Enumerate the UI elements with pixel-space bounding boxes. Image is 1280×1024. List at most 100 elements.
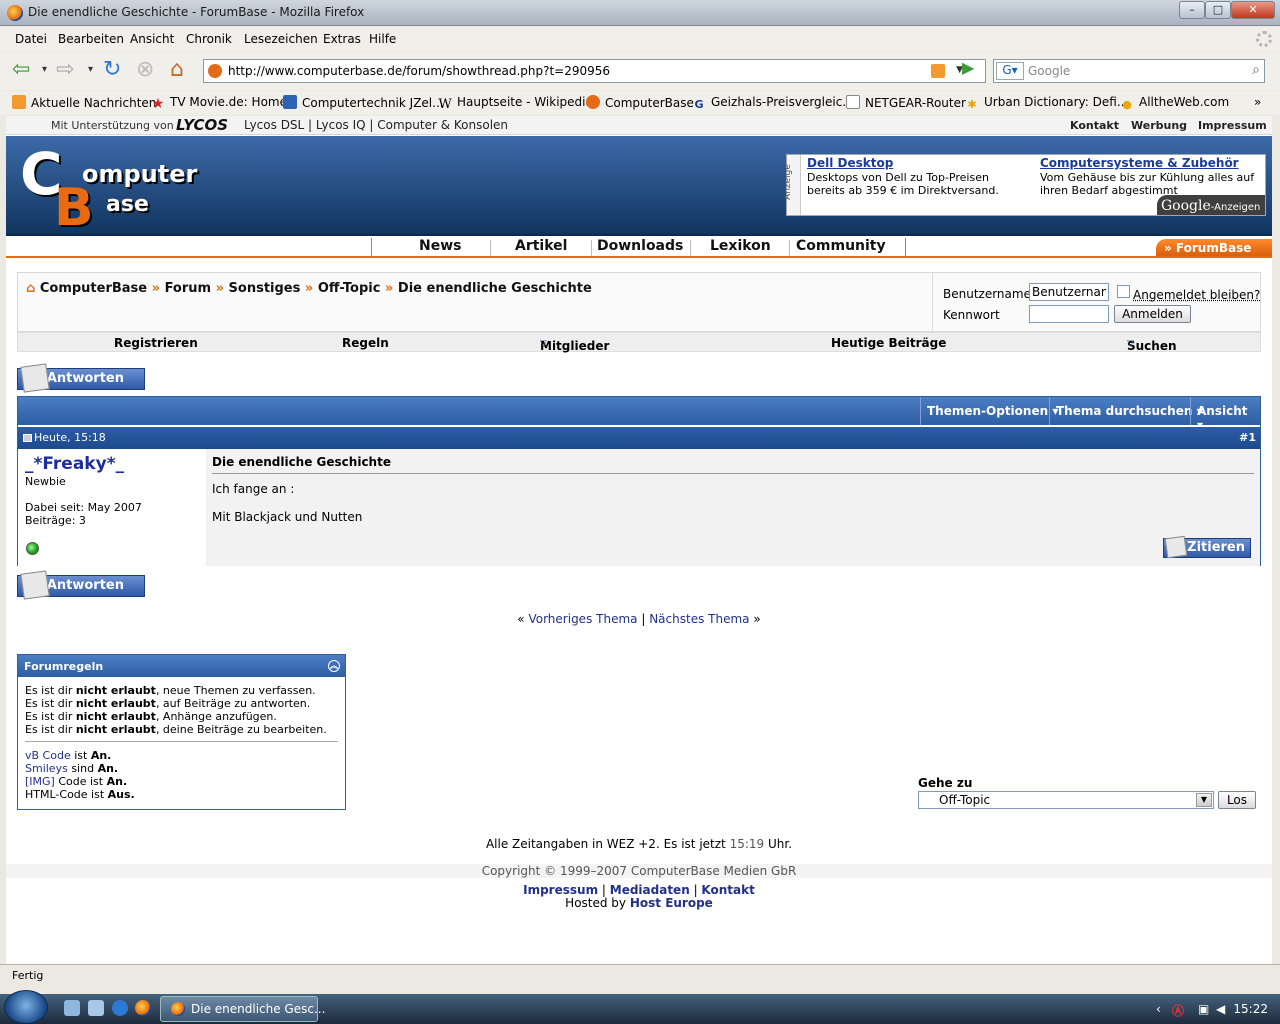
minimize-button[interactable]: – [1179,1,1205,19]
remember-label[interactable]: Angemeldet bleiben? [1133,288,1260,302]
site-favicon [208,64,222,78]
forward-button[interactable]: ⇨ [56,56,74,84]
nav-news[interactable]: News [419,238,461,254]
bookmark-alltheweb[interactable]: ● AlltheWeb.com [1120,95,1229,112]
ad-title-computersysteme[interactable]: Computersysteme & Zubehör [1040,156,1239,170]
post-username[interactable]: _*Freaky*_ [25,454,124,474]
vbcode-link[interactable]: vB Code [25,749,71,762]
chevron-down-icon[interactable]: ▼ [1196,793,1212,807]
goto-button[interactable]: Los [1218,791,1256,809]
quote-button[interactable]: Zitieren [1163,535,1251,559]
bookmark-computertechnik[interactable]: Computertechnik JZel... [283,95,444,110]
bookmark-urban-dictionary[interactable]: ✱ Urban Dictionary: Defi... [965,95,1128,112]
subnav-regeln[interactable]: Regeln [342,336,389,350]
username-input[interactable] [1029,283,1109,301]
lycos-links[interactable]: Lycos DSL | Lycos IQ | Computer & Konsol… [244,118,508,132]
bookmarks-overflow-icon[interactable]: » [1254,95,1261,109]
nav-community[interactable]: Community [796,238,886,254]
show-desktop-icon[interactable] [64,1000,80,1016]
subnav-heutige-beitraege[interactable]: Heutige Beiträge [831,336,946,350]
footer-impressum-link[interactable]: Impressum [523,883,598,897]
nav-downloads[interactable]: Downloads [597,238,683,254]
switch-windows-icon[interactable] [88,1000,104,1016]
crumb-computerbase[interactable]: ComputerBase [40,281,147,296]
navigation-toolbar: ⇦ ▾ ⇨ ▾ ↻ ⊗ ⌂ http://www.computerbase.de… [0,52,1280,90]
start-button[interactable] [4,990,48,1024]
clock[interactable]: 15:22 [1233,1002,1268,1016]
reload-button[interactable]: ↻ [103,56,121,84]
maximize-button[interactable]: □ [1205,1,1231,19]
stop-button[interactable]: ⊗ [136,56,154,84]
google-ads-badge[interactable]: Google-Anzeigen [1157,195,1265,215]
address-bar[interactable]: http://www.computerbase.de/forum/showthr… [203,59,986,83]
login-button[interactable]: Anmelden [1114,305,1191,323]
nav-artikel[interactable]: Artikel [515,238,567,254]
rss-feed-icon[interactable] [931,64,945,78]
go-icon[interactable]: ▶ [962,58,974,77]
menu-ansicht[interactable]: Ansicht [130,32,174,46]
footer-kontakt-link[interactable]: Kontakt [701,883,754,897]
home-button[interactable]: ⌂ [170,56,184,84]
img-code-link[interactable]: [IMG] [25,775,55,788]
menu-extras[interactable]: Extras [323,32,361,46]
password-input[interactable] [1029,305,1109,323]
thread-search-menu[interactable]: Thema durchsuchen ▾ [1049,397,1209,425]
site-header: C omputer B ase Anzeige Dell Desktop Des… [6,136,1272,238]
previous-thread-link[interactable]: Vorheriges Thema [528,612,637,626]
antivirus-icon[interactable]: Ⓐ [1172,1002,1184,1019]
bookmark-aktuelle-nachrichten[interactable]: Aktuelle Nachrichten [12,95,156,110]
reply-button-bottom[interactable]: Antworten [17,570,145,600]
crumb-off-topic[interactable]: Off-Topic [318,281,381,296]
back-button[interactable]: ⇦ [12,56,30,84]
post-header: Heute, 15:18 #1 [18,427,1260,449]
home-icon[interactable]: ⌂ [26,281,35,296]
tray-expand-icon[interactable]: ‹ [1156,1002,1161,1016]
search-box[interactable]: G▾ Google ⌕ [993,59,1265,83]
computerbase-logo[interactable]: C omputer B ase [20,140,197,238]
host-europe-link[interactable]: Host Europe [630,896,713,910]
taskbar-firefox-task[interactable]: Die enendliche Gesc... [160,996,325,1022]
bookmark-tv-movie[interactable]: ★ TV Movie.de: Home [151,95,287,111]
lycos-impressum-link[interactable]: Impressum [1198,119,1267,132]
forward-dropdown-icon[interactable]: ▾ [88,56,93,84]
menu-chronik[interactable]: Chronik [186,32,232,46]
google-engine-icon[interactable]: G▾ [996,62,1024,80]
bookmark-wikipedia[interactable]: W Hauptseite - Wikipedia [438,95,593,112]
bookmark-geizhals[interactable]: G Geizhals-Preisvergleic... [692,95,853,112]
menu-datei[interactable]: Datei [15,32,47,46]
breadcrumb-box: ⌂ ComputerBase » Forum » Sonstiges » Off… [17,272,1261,332]
menu-lesezeichen[interactable]: Lesezeichen [244,32,318,46]
close-button[interactable]: ✕ [1231,1,1275,19]
volume-icon[interactable]: ◀ [1216,1002,1225,1016]
remember-checkbox[interactable] [1117,285,1130,298]
ie-icon[interactable] [112,1000,128,1016]
menu-bearbeiten[interactable]: Bearbeiten [58,32,124,46]
ad-title-dell[interactable]: Dell Desktop [807,156,893,170]
thread-options-menu[interactable]: Themen-Optionen ▾ [920,397,1064,425]
bookmark-netgear[interactable]: NETGEAR-Router [846,95,966,110]
lycos-werbung-link[interactable]: Werbung [1131,119,1187,132]
collapse-icon[interactable]: ︽ [328,660,340,672]
ad-text-cs-1: Vom Gehäuse bis zur Kühlung alles auf [1040,171,1255,184]
crumb-sonstiges[interactable]: Sonstiges [229,281,301,296]
nav-lexikon[interactable]: Lexikon [710,238,771,254]
search-icon[interactable]: ⌕ [1252,62,1260,78]
thread-view-menu[interactable]: Ansicht ▾ [1190,397,1260,432]
post-status-icon [23,434,32,442]
lycos-kontakt-link[interactable]: Kontakt [1070,119,1119,132]
goto-select[interactable]: Off-Topic ▼ [918,791,1214,809]
back-dropdown-icon[interactable]: ▾ [42,56,47,84]
lycos-logo[interactable]: LYCOS [176,116,228,134]
smileys-link[interactable]: Smileys [25,762,68,775]
footer-mediadaten-link[interactable]: Mediadaten [610,883,690,897]
post-number[interactable]: #1 [1239,431,1256,444]
user-rank: Newbie [25,475,66,488]
network-icon[interactable]: ▣ [1198,1002,1209,1016]
subnav-registrieren[interactable]: Registrieren [114,336,198,350]
reply-button-top[interactable]: Antworten [17,363,145,393]
crumb-forum[interactable]: Forum [165,281,212,296]
next-thread-link[interactable]: Nächstes Thema [649,612,749,626]
firefox-launch-icon[interactable] [135,1000,151,1016]
bookmark-computerbase[interactable]: ComputerBase [586,95,694,110]
menu-hilfe[interactable]: Hilfe [369,32,396,46]
